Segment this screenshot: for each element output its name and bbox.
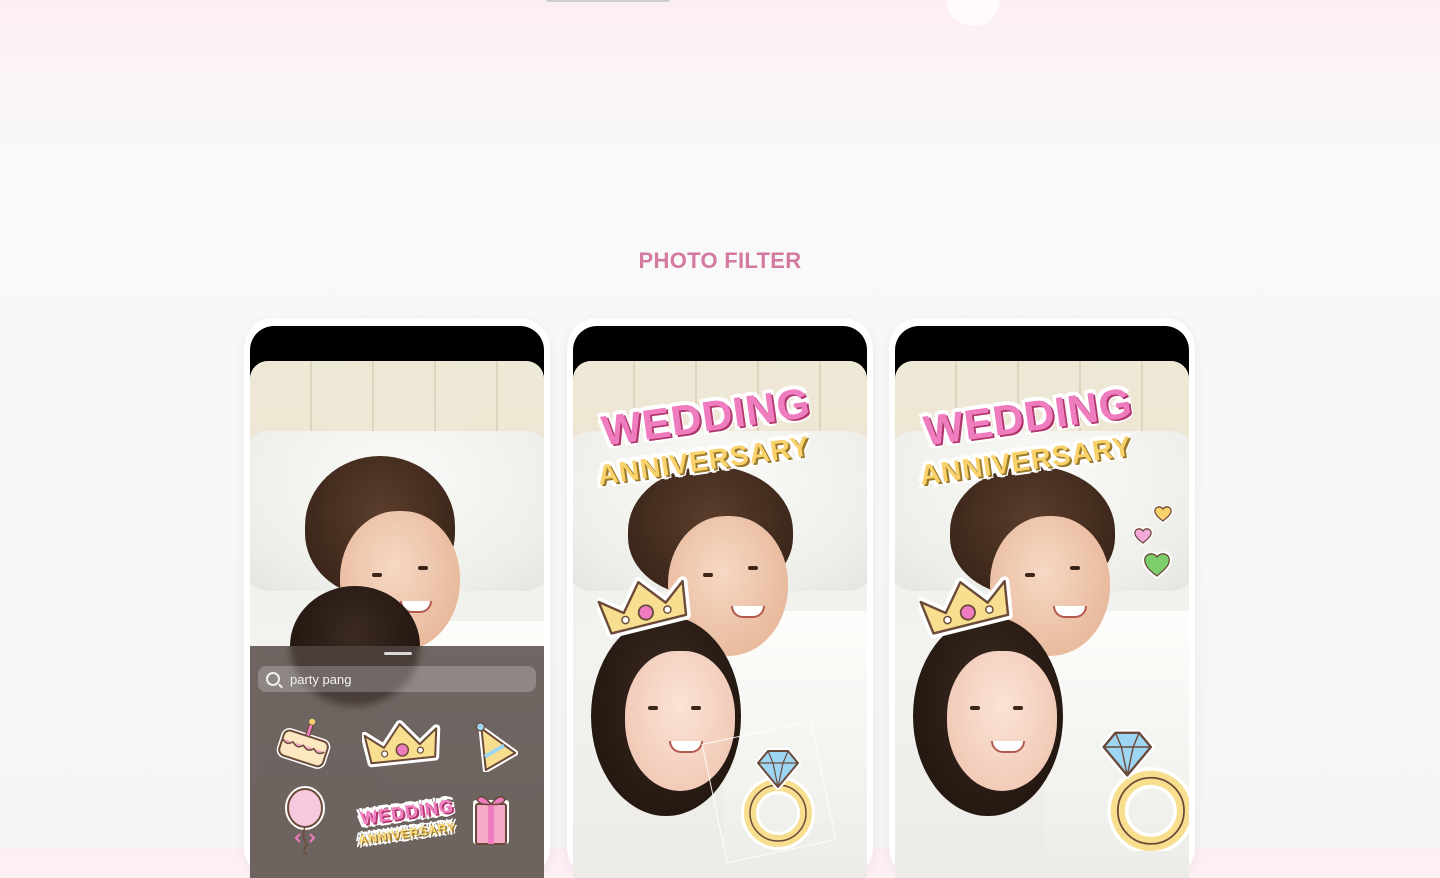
phone-mockup-3: WEDDING ANNIVERSARY — [889, 318, 1195, 878]
diamond-ring-sticker[interactable] — [1090, 721, 1189, 851]
diamond-ring-sticker[interactable] — [733, 741, 823, 851]
couple-photo: WEDDING ANNIVERSARY — [573, 361, 867, 878]
gift-box-sticker[interactable] — [468, 786, 514, 846]
wedding-anniversary-sticker[interactable]: WEDDING ANNIVERSARY — [354, 796, 464, 852]
crown-sticker[interactable] — [362, 716, 442, 778]
crown-sticker[interactable] — [919, 571, 1015, 647]
phone-screen: WEDDING ANNIVERSARY — [250, 326, 544, 878]
decorative-circle — [946, 0, 1000, 26]
crown-sticker[interactable] — [597, 571, 693, 647]
sticker-search-bar[interactable] — [258, 666, 536, 692]
phone-screen: WEDDING ANNIVERSARY — [895, 326, 1189, 878]
wedding-anniversary-sticker[interactable]: WEDDING ANNIVERSARY — [591, 379, 851, 499]
phone-mockup-1: WEDDING ANNIVERSARY — [244, 318, 550, 878]
party-hat-sticker[interactable] — [464, 718, 518, 772]
drag-handle[interactable] — [384, 652, 412, 655]
sticker-panel: WEDDING ANNIVERSARY — [250, 646, 544, 878]
top-divider — [546, 0, 670, 2]
hearts-sticker[interactable] — [1133, 503, 1177, 587]
sticker-search-input[interactable] — [288, 670, 512, 688]
section-title: PHOTO FILTER — [638, 248, 802, 273]
balloon-sticker[interactable] — [280, 784, 330, 856]
phone-screen: WEDDING ANNIVERSARY — [573, 326, 867, 878]
wedding-anniversary-sticker[interactable]: WEDDING ANNIVERSARY — [913, 379, 1173, 499]
couple-photo: WEDDING ANNIVERSARY — [895, 361, 1189, 878]
search-icon — [266, 672, 280, 686]
phone-mockup-2: WEDDING ANNIVERSARY — [567, 318, 873, 878]
cake-sticker[interactable] — [274, 714, 338, 774]
